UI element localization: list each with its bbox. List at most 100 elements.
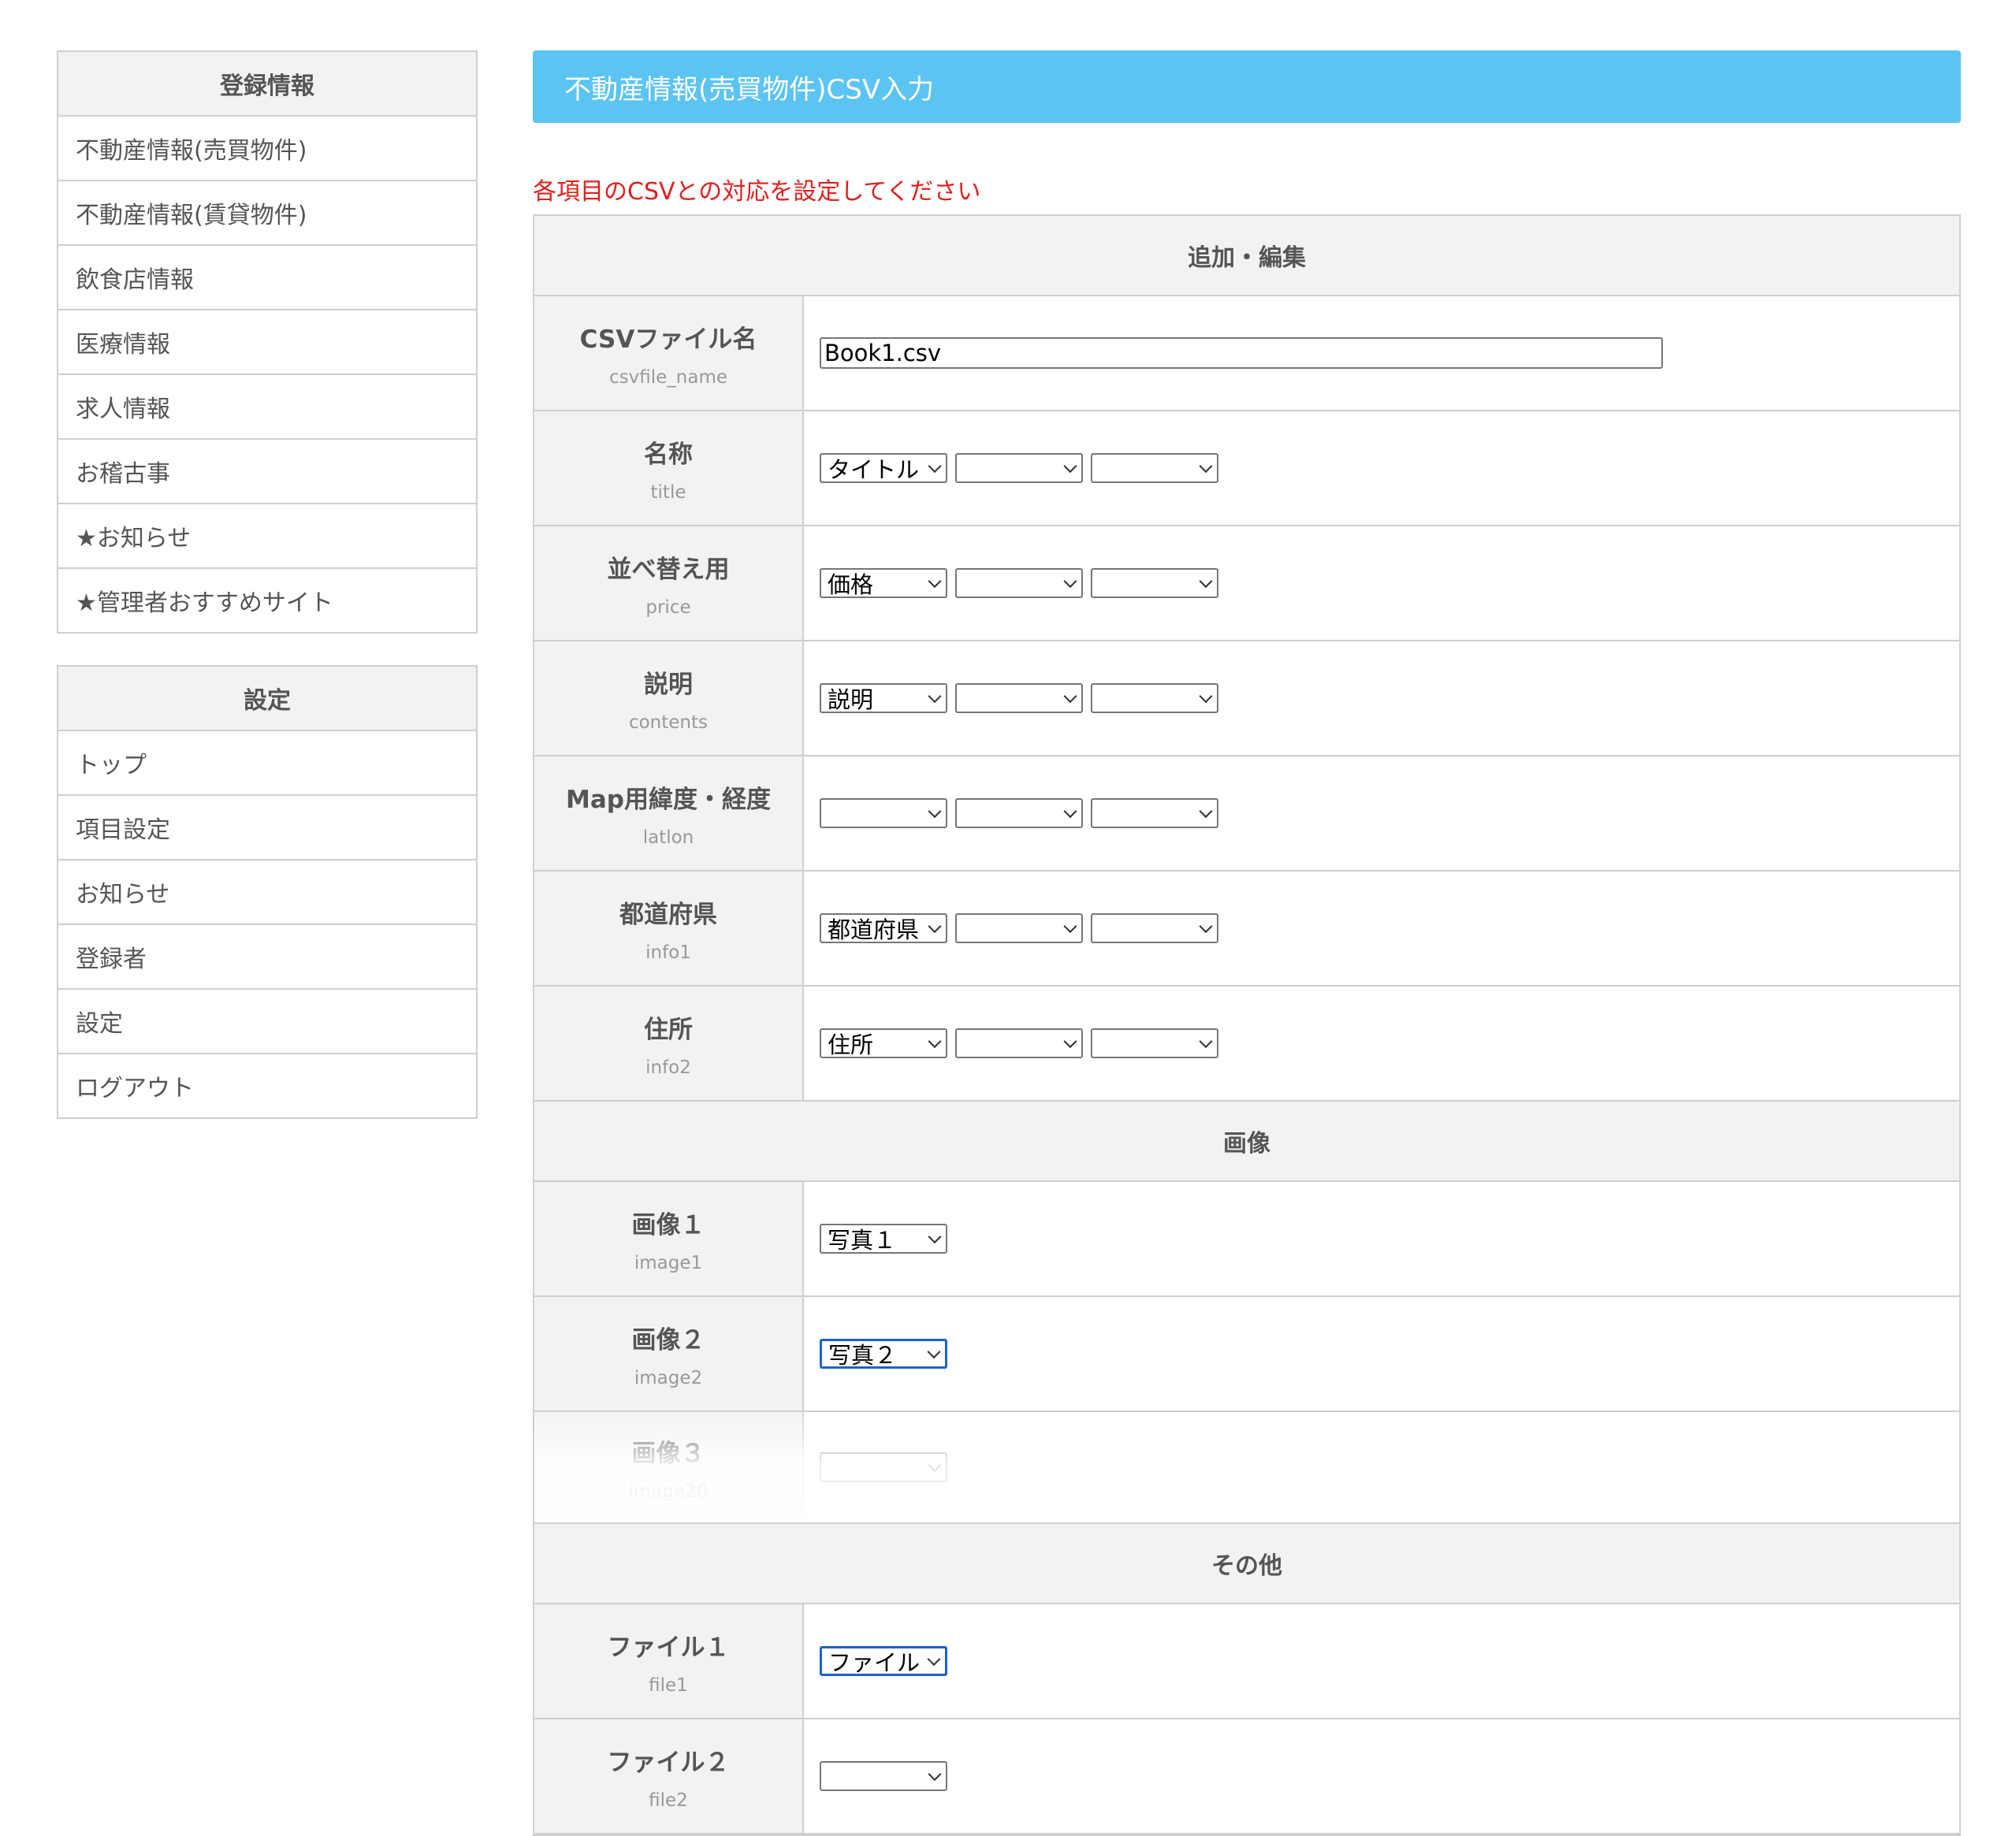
chevron-down-icon [928,805,942,819]
sidebar-item-real-estate-sale[interactable]: 不動産情報(売買物件) [58,117,476,181]
field-key: file2 [649,1790,688,1811]
field-label: ファイル１ [607,1633,730,1662]
field-key: latlon [642,827,694,848]
contents-select-1[interactable]: 説明 [820,683,947,713]
sidebar-item-field-settings[interactable]: 項目設定 [58,796,476,860]
price-select-2[interactable] [955,568,1083,598]
form-row-title: 名称 title タイトル [534,411,1959,526]
field-key: title [650,481,686,503]
form-row-info1: 都道府県 info1 都道府県 [534,872,1959,987]
chevron-down-icon [1199,689,1213,704]
chevron-down-icon [927,1345,941,1359]
sidebar-registration: 登録情報 不動産情報(売買物件) 不動産情報(賃貸物件) 飲食店情報 医療情報 … [57,50,478,634]
info2-select-2[interactable] [955,1028,1083,1058]
info1-select-3[interactable] [1091,913,1218,943]
contents-select-2[interactable] [955,683,1083,713]
price-select-1[interactable]: 価格 [820,568,947,598]
sidebar-item-logout[interactable]: ログアウト [58,1054,476,1117]
info2-select-1[interactable]: 住所 [820,1028,947,1058]
section-header-other: その他 [534,1524,1959,1604]
field-key: image2 [634,1367,703,1388]
chevron-down-icon [928,1230,942,1244]
chevron-down-icon [928,920,942,934]
title-select-3[interactable] [1091,453,1218,483]
info1-select-1[interactable]: 都道府県 [820,913,947,943]
form-row-contents: 説明 contents 説明 [534,641,1959,756]
page-title: 不動産情報(売買物件)CSV入力 [533,50,1961,123]
field-label: 説明 [644,670,693,699]
form-row-image2: 画像２ image2 写真２ [534,1297,1959,1412]
info2-select-3[interactable] [1091,1028,1218,1058]
field-label: ファイル２ [607,1748,730,1777]
form-row-price: 並べ替え用 price 価格 [534,526,1959,641]
contents-select-3[interactable] [1091,683,1218,713]
field-label: 名称 [644,440,693,469]
instruction-text: 各項目のCSVとの対応を設定してください [533,178,981,206]
chevron-down-icon [1199,920,1213,934]
info1-select-2[interactable] [955,913,1083,943]
field-label: 並べ替え用 [607,555,730,584]
field-key: info2 [645,1057,691,1078]
form-row-image3: 画像３ image20 [534,1412,1959,1524]
latlon-select-2[interactable] [955,798,1083,828]
field-key: price [645,597,691,618]
csv-mapping-form: 追加・編集 CSVファイル名 csvfile_name Book1.csv 名称… [533,214,1961,1836]
image1-select[interactable]: 写真１ [820,1224,947,1254]
field-key: file1 [649,1674,688,1696]
sidebar-item-notices[interactable]: お知らせ [58,860,476,925]
field-label: 画像２ [631,1325,705,1355]
field-label: 住所 [644,1015,693,1044]
file1-select[interactable]: ファイル [820,1646,947,1676]
field-label: 画像１ [631,1210,705,1239]
sidebar-item-restaurant[interactable]: 飲食店情報 [58,246,476,310]
chevron-down-icon [1199,574,1213,589]
chevron-down-icon [1199,459,1213,474]
image2-select[interactable]: 写真２ [820,1339,947,1369]
sidebar-item-recommended-sites[interactable]: ★管理者おすすめサイト [58,569,476,632]
sidebar-item-jobs[interactable]: 求人情報 [58,375,476,440]
chevron-down-icon [1063,689,1077,704]
title-select-1[interactable]: タイトル [820,453,947,483]
image3-select[interactable] [820,1452,947,1482]
section-header-add-edit: 追加・編集 [534,216,1959,296]
sidebar-registration-header: 登録情報 [58,52,476,117]
chevron-down-icon [1199,1035,1213,1049]
chevron-down-icon [928,1459,942,1473]
sidebar-item-medical[interactable]: 医療情報 [58,310,476,375]
chevron-down-icon [1063,1035,1077,1049]
latlon-select-1[interactable] [820,798,947,828]
form-row-file2: ファイル２ file2 [534,1719,1959,1834]
field-key: csvfile_name [609,366,727,388]
chevron-down-icon [928,1035,942,1049]
field-label: Map用緯度・経度 [566,785,771,814]
price-select-3[interactable] [1091,568,1218,598]
sidebar-item-real-estate-rent[interactable]: 不動産情報(賃貸物件) [58,181,476,246]
field-label: 都道府県 [619,900,717,929]
file2-select[interactable] [820,1761,947,1791]
form-row-info2: 住所 info2 住所 [534,987,1959,1102]
chevron-down-icon [928,459,942,474]
chevron-down-icon [928,689,942,704]
field-key: image20 [628,1481,709,1502]
latlon-select-3[interactable] [1091,798,1218,828]
sidebar-item-settings[interactable]: 設定 [58,990,476,1054]
form-row-image1: 画像１ image1 写真１ [534,1182,1959,1297]
sidebar-item-registrants[interactable]: 登録者 [58,925,476,990]
chevron-down-icon [1063,920,1077,934]
chevron-down-icon [1063,805,1077,819]
field-key: info1 [645,942,691,963]
form-row-file1: ファイル１ file1 ファイル [534,1604,1959,1719]
sidebar-settings: 設定 トップ 項目設定 お知らせ 登録者 設定 ログアウト [57,665,478,1119]
csvfile-name-input[interactable]: Book1.csv [820,337,1663,369]
section-header-images: 画像 [534,1102,1959,1182]
sidebar-item-lessons[interactable]: お稽古事 [58,440,476,504]
sidebar-item-top[interactable]: トップ [58,731,476,796]
form-row-csvfile-name: CSVファイル名 csvfile_name Book1.csv [534,296,1959,411]
field-label: CSVファイル名 [579,325,757,354]
chevron-down-icon [1063,459,1077,474]
form-row-latlon: Map用緯度・経度 latlon [534,756,1959,872]
title-select-2[interactable] [955,453,1083,483]
sidebar-item-news[interactable]: ★お知らせ [58,504,476,569]
chevron-down-icon [928,574,942,589]
main-content: 不動産情報(売買物件)CSV入力 各項目のCSVとの対応を設定してください 追加… [533,50,1961,1836]
